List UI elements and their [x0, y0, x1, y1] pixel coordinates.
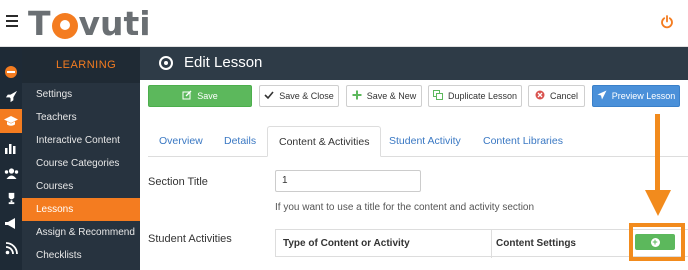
hamburger-menu-icon[interactable]: [6, 15, 18, 29]
duplicate-lesson-label: Duplicate Lesson: [447, 91, 518, 101]
paper-plane-icon: [597, 90, 607, 103]
sidebar-item-interactive-content[interactable]: Interactive Content: [22, 129, 140, 152]
sidebar-item-lessons[interactable]: Lessons: [22, 198, 140, 221]
sidebar-item-courses[interactable]: Courses: [22, 175, 140, 198]
cancel-label: Cancel: [549, 91, 578, 101]
logo-o-mark: [51, 13, 78, 39]
dashboard-icon[interactable]: [3, 64, 19, 80]
save-close-label: Save & Close: [279, 91, 334, 101]
sidebar-item-settings[interactable]: Settings: [22, 83, 140, 106]
save-button[interactable]: Save: [148, 85, 252, 107]
tovuti-logo[interactable]: Tvuti: [28, 3, 151, 43]
save-new-button[interactable]: Save & New: [346, 85, 422, 107]
users-icon[interactable]: [3, 165, 19, 181]
copy-icon: [432, 89, 443, 103]
tab-student-activity[interactable]: Student Activity: [378, 126, 472, 157]
cancel-circle-icon: [535, 90, 545, 103]
check-icon: [264, 90, 274, 103]
tab-details[interactable]: Details: [213, 126, 267, 157]
sidebar-section-title: LEARNING: [22, 47, 140, 83]
save-close-button[interactable]: Save & Close: [259, 85, 339, 107]
section-title-label: Section Title: [148, 176, 208, 188]
megaphone-icon[interactable]: [3, 215, 19, 231]
save-new-label: Save & New: [366, 91, 417, 101]
table-column-divider: [491, 230, 492, 258]
save-button-label: Save: [197, 91, 218, 101]
table-header-type: Type of Content or Activity: [283, 238, 410, 249]
table-header-settings: Content Settings: [496, 238, 576, 249]
plus-circle-icon: +: [650, 236, 660, 247]
sidebar-item-teachers[interactable]: Teachers: [22, 106, 140, 129]
tab-overview[interactable]: Overview: [148, 126, 214, 157]
rocket-icon[interactable]: [3, 88, 19, 104]
logo-text-left: T: [28, 3, 51, 43]
add-activity-button[interactable]: +: [635, 234, 675, 250]
annotation-arrow-shaft: [655, 114, 660, 192]
target-icon: [159, 56, 173, 70]
rss-icon[interactable]: [3, 240, 19, 256]
tab-content-activities[interactable]: Content & Activities: [267, 126, 382, 157]
preview-lesson-label: Preview Lesson: [611, 91, 676, 101]
sidebar: LEARNING Settings Teachers Interactive C…: [22, 47, 140, 270]
power-icon[interactable]: [660, 15, 674, 29]
sidebar-item-checklists[interactable]: Checklists: [22, 244, 140, 267]
graduation-cap-icon[interactable]: [0, 109, 22, 133]
edit-icon: [182, 90, 192, 103]
duplicate-lesson-button[interactable]: Duplicate Lesson: [428, 85, 522, 107]
annotation-arrow-head: [645, 190, 671, 216]
sidebar-item-course-categories[interactable]: Course Categories: [22, 152, 140, 175]
student-activities-table: Type of Content or Activity Content Sett…: [275, 229, 688, 258]
tab-content-libraries[interactable]: Content Libraries: [472, 126, 574, 157]
bar-chart-icon[interactable]: [3, 140, 19, 156]
top-bar: Tvuti: [0, 0, 688, 47]
section-title-input[interactable]: 1: [275, 170, 421, 192]
page-header: Edit Lesson: [140, 47, 688, 80]
sidebar-item-assign-recommend[interactable]: Assign & Recommend: [22, 221, 140, 244]
trophy-icon[interactable]: [3, 190, 19, 206]
icon-rail: [0, 47, 22, 270]
section-title-help-text: If you want to use a title for the conte…: [275, 202, 535, 213]
logo-text-right: vuti: [78, 3, 151, 43]
page-title: Edit Lesson: [184, 54, 263, 71]
plus-icon: [352, 90, 362, 103]
cancel-button[interactable]: Cancel: [528, 85, 585, 107]
student-activities-label: Student Activities: [148, 233, 232, 245]
preview-lesson-button[interactable]: Preview Lesson: [592, 85, 680, 107]
